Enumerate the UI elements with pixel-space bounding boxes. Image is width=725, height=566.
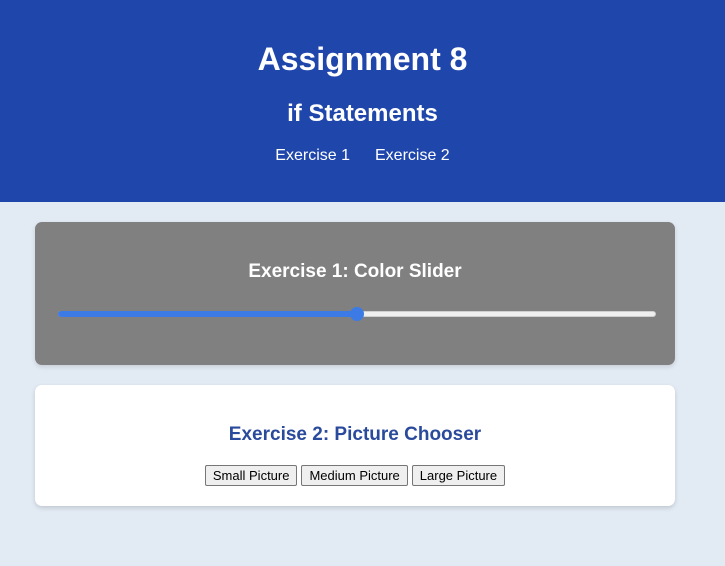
page-title: Assignment 8 [257, 41, 468, 77]
small-picture-button[interactable]: Small Picture [204, 465, 298, 486]
page-subtitle: if Statements [287, 100, 438, 127]
exercise-1-heading: Exercise 1: Color Slider [248, 261, 462, 282]
exercise-2-heading: Exercise 2: Picture Chooser [228, 424, 482, 445]
nav-link-exercise-2[interactable]: Exercise 2 [375, 147, 450, 165]
medium-picture-button[interactable]: Medium Picture [301, 465, 408, 486]
large-picture-button[interactable]: Large Picture [411, 465, 506, 486]
picture-button-group: Small Picture Medium Picture Large Pictu… [35, 465, 675, 486]
main-nav: Exercise 1 Exercise 2 [0, 147, 725, 165]
page-header: Assignment 8 if Statements Exercise 1 Ex… [0, 0, 725, 202]
slider-thumb[interactable] [350, 307, 364, 321]
nav-link-exercise-1[interactable]: Exercise 1 [275, 147, 350, 165]
slider-fill [58, 311, 357, 317]
color-slider[interactable] [58, 306, 656, 322]
exercise-2-card: Exercise 2: Picture Chooser Small Pictur… [35, 385, 675, 506]
exercise-1-card: Exercise 1: Color Slider [35, 222, 675, 365]
